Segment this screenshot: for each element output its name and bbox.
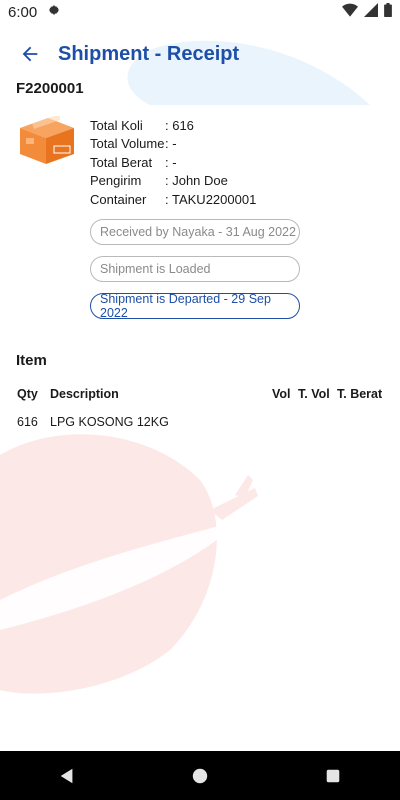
detail-value: : -	[165, 154, 177, 170]
battery-icon	[384, 3, 392, 21]
detail-label: Pengirim	[90, 173, 142, 189]
detail-row-pengirim: Pengirim : John Doe	[90, 172, 256, 191]
status-bar: 6:00	[0, 0, 400, 24]
detail-row-container: Container : TAKU2200001	[90, 190, 256, 209]
nav-home-button[interactable]	[180, 756, 220, 796]
column-header-qty: Qty	[17, 387, 38, 401]
receipt-details: Total Koli : 616 Total Volume : - Total …	[90, 116, 256, 209]
status-time: 6:00	[8, 3, 38, 21]
system-nav-bar	[0, 751, 400, 800]
signal-icon	[364, 3, 378, 21]
package-box-icon	[20, 116, 74, 164]
column-header-description: Description	[50, 387, 119, 401]
recents-square-icon	[327, 769, 340, 782]
table-row: 616 LPG KOSONG 12KG	[0, 415, 400, 433]
home-circle-icon	[192, 768, 208, 783]
detail-value: : John Doe	[165, 173, 228, 189]
cell-qty: 616	[17, 415, 38, 429]
items-table-header: Qty Description Vol T. Vol T. Berat	[0, 387, 400, 405]
detail-value: : -	[165, 136, 177, 152]
detail-row-total-volume: Total Volume : -	[90, 135, 256, 154]
detail-label: Total Volume	[90, 136, 165, 152]
app-bar: Shipment - Receipt	[0, 34, 400, 74]
detail-label: Container	[90, 191, 147, 207]
back-arrow-icon	[22, 46, 38, 62]
cell-description: LPG KOSONG 12KG	[50, 415, 169, 429]
detail-row-total-koli: Total Koli : 616	[90, 116, 256, 135]
status-departed-badge: Shipment is Departed - 29 Sep 2022	[90, 292, 300, 320]
status-loaded-badge: Shipment is Loaded	[90, 256, 300, 282]
wifi-icon	[342, 3, 358, 21]
column-header-t-vol: T. Vol	[298, 387, 330, 401]
detail-label: Total Koli	[90, 117, 143, 133]
column-header-t-berat: T. Berat	[337, 387, 383, 401]
column-header-vol: Vol	[272, 387, 291, 401]
detail-label: Total Berat	[90, 154, 153, 170]
back-button[interactable]	[10, 34, 50, 74]
receipt-number: F2200001	[16, 80, 84, 97]
items-section-title: Item	[16, 352, 47, 369]
settings-icon	[47, 3, 61, 21]
status-received-badge: Received by Nayaka - 31 Aug 2022	[90, 219, 300, 245]
nav-recents-button[interactable]	[313, 756, 353, 796]
nav-back-button[interactable]	[47, 756, 87, 796]
back-triangle-icon	[60, 768, 73, 783]
receipt-content: F2200001 Total Koli : 616 Total Volume :…	[0, 0, 400, 800]
detail-row-total-berat: Total Berat : -	[90, 153, 256, 172]
detail-value: : TAKU2200001	[165, 191, 257, 207]
detail-value: : 616	[165, 117, 194, 133]
page-title: Shipment - Receipt	[58, 42, 240, 65]
